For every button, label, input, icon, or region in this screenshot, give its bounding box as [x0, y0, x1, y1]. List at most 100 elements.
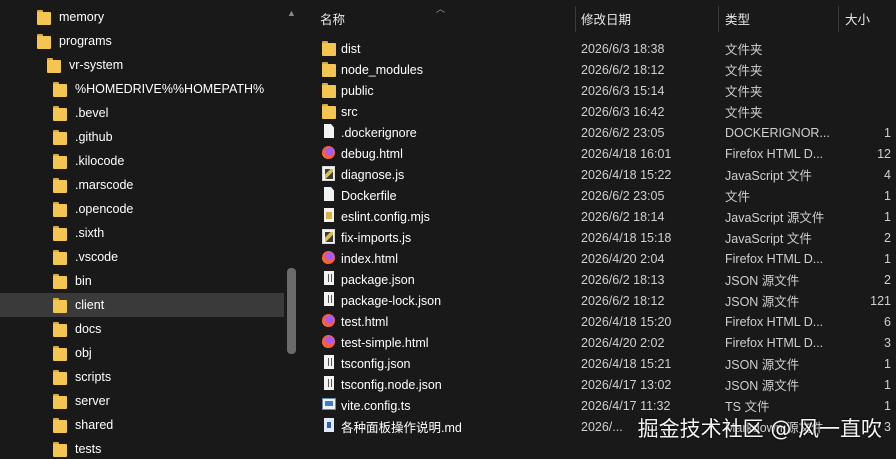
file-type: Firefox HTML D... — [725, 251, 824, 266]
file-row[interactable]: dist 2026/6/3 18:38 文件夹 — [300, 38, 896, 59]
file-row[interactable]: package-lock.json 2026/6/2 18:12 JSON 源文件 1… — [300, 290, 896, 311]
file-type: JSON 源文件 — [725, 358, 800, 372]
watermark-text: 掘金技术社区 @ 风一直吹 — [637, 417, 882, 441]
scroll-up-arrow-icon[interactable]: ▲ — [286, 8, 297, 18]
file-name: fix-imports.js — [341, 230, 412, 245]
folder-icon — [53, 297, 67, 313]
folder-icon — [322, 82, 336, 98]
folder-icon — [53, 369, 67, 385]
nav-item-vscode[interactable]: .vscode — [0, 245, 284, 269]
file-size: 1 — [884, 209, 891, 224]
nav-item-bin[interactable]: bin — [0, 269, 284, 293]
nav-item-shared[interactable]: shared — [0, 413, 284, 437]
nav-item-kilocode[interactable]: .kilocode — [0, 149, 284, 173]
file-row[interactable]: .dockerignore 2026/6/2 23:05 DOCKERIGNOR..… — [300, 122, 896, 143]
json-file-icon — [322, 292, 336, 308]
file-name: eslint.config.mjs — [341, 209, 430, 224]
column-header-name-label: 名称 — [320, 12, 346, 27]
file-name: debug.html — [341, 146, 403, 161]
file-row[interactable]: node_modules 2026/6/2 18:12 文件夹 — [300, 59, 896, 80]
file-size: 2 — [884, 230, 891, 245]
firefox-html-icon — [322, 145, 336, 161]
file-size: 1 — [884, 125, 891, 140]
file-row[interactable]: tsconfig.json 2026/4/18 15:21 JSON 源文件 1 — [300, 353, 896, 374]
column-header-type[interactable]: 类型 — [725, 0, 835, 36]
file-size: 3 — [884, 335, 891, 350]
nav-item-label: server — [75, 394, 110, 408]
column-divider[interactable] — [575, 6, 576, 32]
file-modified-date: 2026/4/18 15:20 — [581, 314, 672, 329]
file-type: JavaScript 源文件 — [725, 211, 825, 225]
nav-item-label: .vscode — [75, 250, 119, 264]
folder-icon — [53, 153, 67, 169]
folder-icon — [53, 129, 67, 145]
file-row[interactable]: fix-imports.js 2026/4/18 15:18 JavaScript … — [300, 227, 896, 248]
file-modified-date: 2026/4/20 2:04 — [581, 251, 665, 266]
nav-item-programs[interactable]: programs — [0, 29, 284, 53]
folder-icon — [53, 393, 67, 409]
nav-item-client[interactable]: client — [0, 293, 284, 317]
file-row[interactable]: tsconfig.node.json 2026/4/17 13:02 JSON 源文… — [300, 374, 896, 395]
file-name: diagnose.js — [341, 167, 405, 182]
file-type: Firefox HTML D... — [725, 314, 824, 329]
nav-item-sixth[interactable]: .sixth — [0, 221, 284, 245]
column-divider[interactable] — [718, 6, 719, 32]
file-row[interactable]: index.html 2026/4/20 2:04 Firefox HTML D..… — [300, 248, 896, 269]
file-name: Dockerfile — [341, 188, 397, 203]
file-type: DOCKERIGNOR... — [725, 125, 830, 140]
file-modified-date: 2026/4/18 15:22 — [581, 167, 672, 182]
markdown-file-icon — [322, 418, 336, 434]
file-row[interactable]: diagnose.js 2026/4/18 15:22 JavaScript 文件 4 — [300, 164, 896, 185]
file-row[interactable]: package.json 2026/6/2 18:13 JSON 源文件 2 — [300, 269, 896, 290]
nav-item-vr-system[interactable]: vr-system — [0, 53, 284, 77]
nav-item-memory[interactable]: memory — [0, 5, 284, 29]
file-modified-date: 2026/6/2 18:14 — [581, 209, 665, 224]
file-type: 文件夹 — [725, 85, 763, 99]
nav-item-bevel[interactable]: .bevel — [0, 101, 284, 125]
file-modified-date: 2026/6/2 18:13 — [581, 272, 665, 287]
file-size: 4 — [884, 167, 891, 182]
file-size: 1 — [884, 251, 891, 266]
folder-icon — [322, 40, 336, 56]
file-type: JSON 源文件 — [725, 274, 800, 288]
file-row[interactable]: test.html 2026/4/18 15:20 Firefox HTML D..… — [300, 311, 896, 332]
file-row[interactable]: public 2026/6/3 15:14 文件夹 — [300, 80, 896, 101]
folder-icon — [53, 225, 67, 241]
nav-scrollbar-thumb[interactable] — [287, 268, 296, 354]
nav-item-label: .kilocode — [75, 154, 125, 168]
file-row[interactable]: src 2026/6/3 16:42 文件夹 — [300, 101, 896, 122]
nav-item-tests[interactable]: tests — [0, 437, 284, 459]
nav-item-homedrivehomepath[interactable]: %HOMEDRIVE%%HOMEPATH% — [0, 77, 284, 101]
nav-item-marscode[interactable]: .marscode — [0, 173, 284, 197]
nav-item-obj[interactable]: obj — [0, 341, 284, 365]
file-modified-date: 2026/6/3 16:42 — [581, 104, 665, 119]
file-row[interactable]: eslint.config.mjs 2026/6/2 18:14 JavaScrip… — [300, 206, 896, 227]
file-row[interactable]: Dockerfile 2026/6/2 23:05 文件 1 — [300, 185, 896, 206]
nav-item-docs[interactable]: docs — [0, 317, 284, 341]
column-header-type-label: 类型 — [725, 12, 751, 27]
nav-item-label: tests — [75, 442, 102, 456]
file-name: index.html — [341, 251, 398, 266]
nav-item-scripts[interactable]: scripts — [0, 365, 284, 389]
nav-item-label: .opencode — [75, 202, 134, 216]
firefox-html-icon — [322, 334, 336, 350]
file-row[interactable]: debug.html 2026/4/18 16:01 Firefox HTML D.… — [300, 143, 896, 164]
file-name: package.json — [341, 272, 415, 287]
column-header-name[interactable]: 名称 — [320, 0, 570, 36]
column-divider[interactable] — [838, 6, 839, 32]
folder-icon — [53, 177, 67, 193]
nav-item-label: obj — [75, 346, 92, 360]
file-row[interactable]: test-simple.html 2026/4/20 2:02 Firefox HT… — [300, 332, 896, 353]
file-size: 12 — [877, 146, 891, 161]
file-type: 文件 — [725, 190, 751, 204]
column-header-size-label: 大小 — [845, 12, 871, 27]
typescript-file-icon — [322, 397, 336, 413]
column-header-date[interactable]: 修改日期 — [581, 0, 721, 36]
nav-item-github[interactable]: .github — [0, 125, 284, 149]
nav-item-opencode[interactable]: .opencode — [0, 197, 284, 221]
folder-icon — [53, 321, 67, 337]
nav-item-server[interactable]: server — [0, 389, 284, 413]
column-header-size[interactable]: 大小 — [845, 0, 896, 36]
nav-scrollbar-track[interactable] — [284, 0, 299, 459]
navigation-pane: memory programs vr-system %HOMEDRIVE%%HOMEP… — [0, 0, 299, 459]
